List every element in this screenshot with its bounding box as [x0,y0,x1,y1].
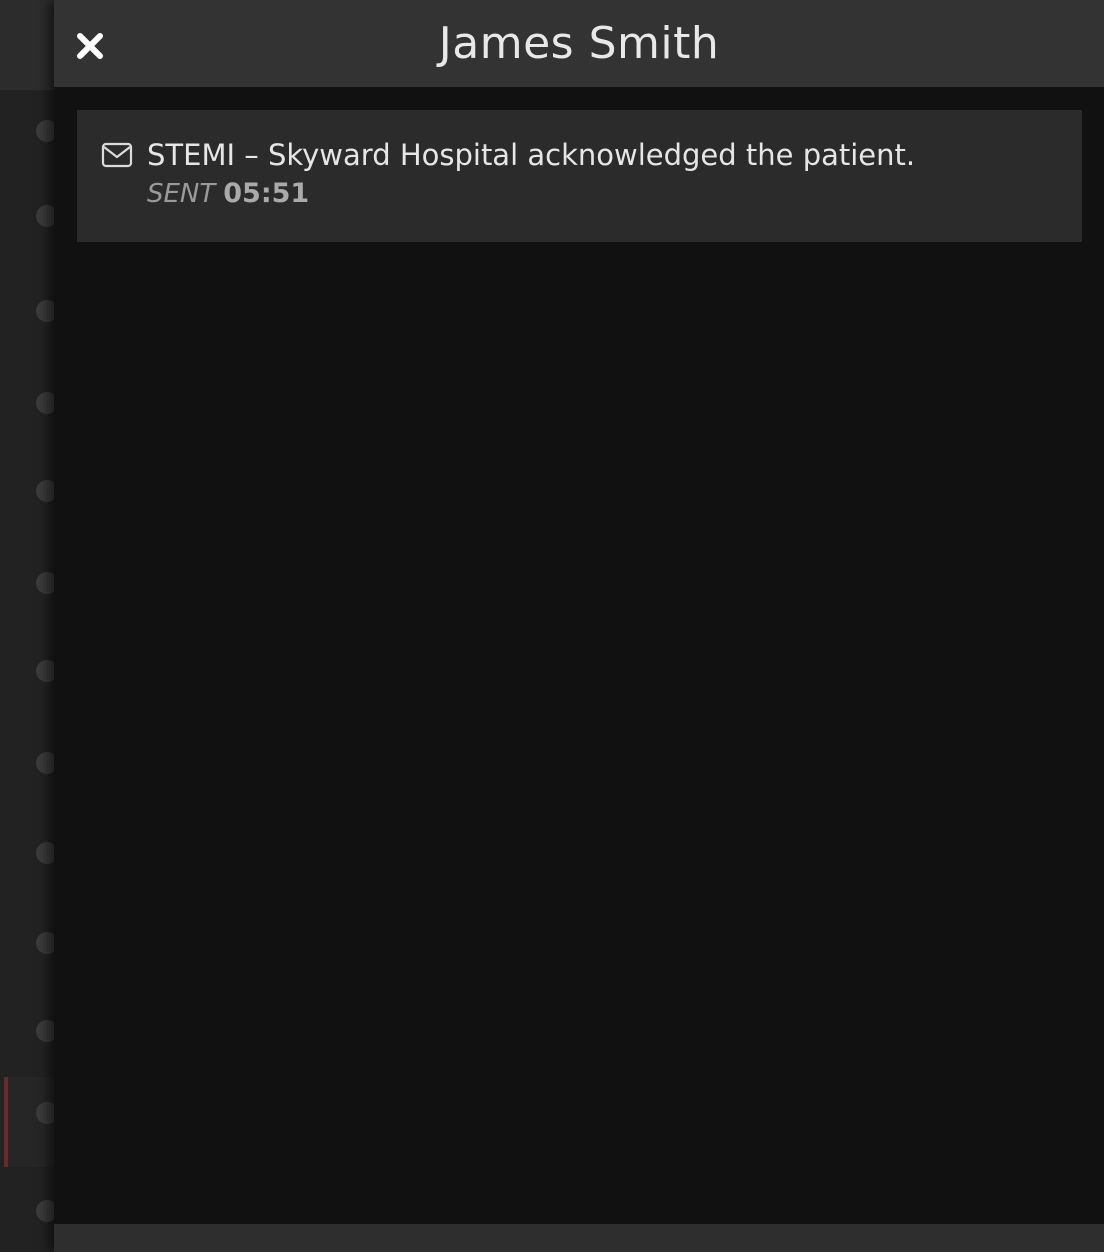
message-meta: SENT 05:51 [147,178,1082,209]
message-row: STEMI – Skyward Hospital acknowledged th… [101,138,1082,172]
panel-footer [54,1224,1104,1252]
message-status-label: SENT [147,179,216,209]
message-time: 05:51 [223,178,310,209]
close-icon [77,33,103,59]
message-list: STEMI – Skyward Hospital acknowledged th… [54,87,1104,1224]
message-panel: James Smith STEMI – Skyward Hospital ack… [54,0,1104,1252]
close-button[interactable] [72,28,108,64]
panel-header: James Smith [54,0,1104,87]
mail-icon [101,142,133,168]
message-item[interactable]: STEMI – Skyward Hospital acknowledged th… [77,110,1082,242]
background-sidebar [0,0,60,1252]
panel-title: James Smith [438,18,720,69]
background-sidebar-active-item [4,1077,60,1167]
background-sidebar-header [0,0,60,90]
message-text: STEMI – Skyward Hospital acknowledged th… [147,138,916,172]
